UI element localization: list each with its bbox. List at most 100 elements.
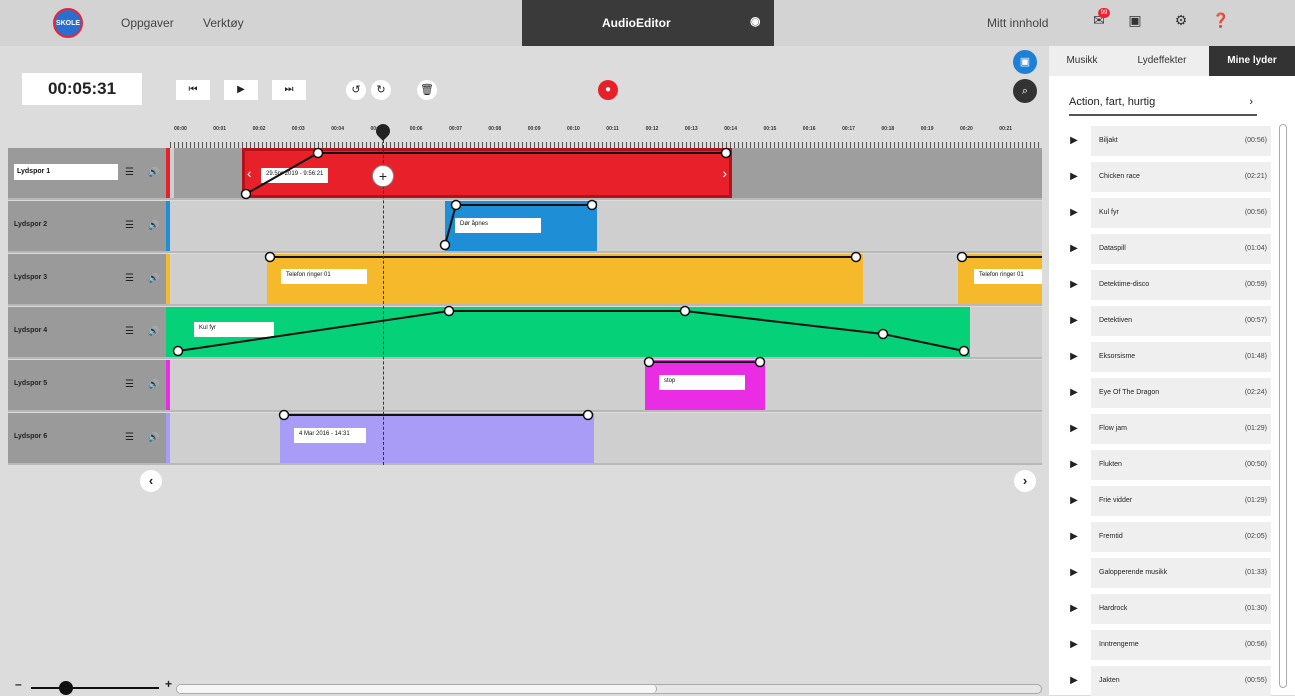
sound-duration: (02:24)	[1244, 389, 1267, 396]
zoom-slider[interactable]: – +	[15, 677, 175, 695]
play-icon[interactable]: ▶	[1061, 306, 1087, 336]
sound-info[interactable]: Flow jam (01:29)	[1091, 414, 1271, 444]
sound-info[interactable]: Frie vidder (01:29)	[1091, 486, 1271, 516]
zoom-out-icon[interactable]: –	[15, 677, 22, 691]
panel-scrollbar[interactable]	[1279, 124, 1287, 688]
envelope-node	[439, 239, 451, 251]
volume-envelopes[interactable]	[0, 0, 1042, 470]
sound-row[interactable]: ▶ Dataspill (01:04)	[1061, 234, 1271, 264]
sound-duration: (01:33)	[1244, 569, 1267, 576]
play-icon[interactable]: ▶	[1061, 342, 1087, 372]
envelope-node	[679, 305, 691, 317]
sound-name: Chicken race	[1099, 173, 1140, 180]
sound-name: Hardrock	[1099, 605, 1128, 612]
sound-row[interactable]: ▶ Kul fyr (00:56)	[1061, 198, 1271, 228]
envelope-node	[312, 147, 324, 159]
sound-row[interactable]: ▶ Galopperende musikk (01:33)	[1061, 558, 1271, 588]
envelope-node	[720, 147, 732, 159]
sound-duration: (02:21)	[1244, 173, 1267, 180]
sound-duration: (01:29)	[1244, 497, 1267, 504]
envelope-node	[958, 345, 970, 357]
play-icon[interactable]: ▶	[1061, 666, 1087, 696]
save-file-icon[interactable]: ▣	[1124, 12, 1146, 34]
play-icon[interactable]: ▶	[1061, 162, 1087, 192]
sound-name: Frie vidder	[1099, 497, 1133, 504]
sound-duration: (00:56)	[1244, 641, 1267, 648]
sound-info[interactable]: Hardrock (01:30)	[1091, 594, 1271, 624]
sound-info[interactable]: Dataspill (01:04)	[1091, 234, 1271, 264]
sound-info[interactable]: Jakten (00:55)	[1091, 666, 1271, 696]
sound-row[interactable]: ▶ Detektime-disco (00:59)	[1061, 270, 1271, 300]
zoom-handle[interactable]	[59, 681, 73, 695]
envelope-node	[264, 251, 276, 263]
play-icon[interactable]: ▶	[1061, 234, 1087, 264]
sound-row[interactable]: ▶ Hardrock (01:30)	[1061, 594, 1271, 624]
play-icon[interactable]: ▶	[1061, 558, 1087, 588]
play-icon[interactable]: ▶	[1061, 198, 1087, 228]
sound-duration: (00:59)	[1244, 281, 1267, 288]
envelope-node	[586, 199, 598, 211]
envelope-node	[278, 409, 290, 421]
sound-info[interactable]: Eksorsisme (01:48)	[1091, 342, 1271, 372]
play-icon[interactable]: ▶	[1061, 270, 1087, 300]
add-clip-button[interactable]: +	[372, 165, 394, 187]
sound-row[interactable]: ▶ Frie vidder (01:29)	[1061, 486, 1271, 516]
sound-info[interactable]: Galopperende musikk (01:33)	[1091, 558, 1271, 588]
zoom-track	[31, 687, 159, 689]
sound-row[interactable]: ▶ Flow jam (01:29)	[1061, 414, 1271, 444]
sound-info[interactable]: Detektime-disco (00:59)	[1091, 270, 1271, 300]
sound-name: Jakten	[1099, 677, 1120, 684]
sound-name: Eye Of The Dragon	[1099, 389, 1160, 396]
genre-selector[interactable]: Action, fart, hurtig ›	[1069, 96, 1257, 116]
sound-info[interactable]: Chicken race (02:21)	[1091, 162, 1271, 192]
sound-name: Kul fyr	[1099, 209, 1119, 216]
play-icon[interactable]: ▶	[1061, 522, 1087, 552]
sound-row[interactable]: ▶ Fremtid (02:05)	[1061, 522, 1271, 552]
play-icon[interactable]: ▶	[1061, 450, 1087, 480]
sound-row[interactable]: ▶ Biljakt (00:56)	[1061, 126, 1271, 156]
envelope-node	[643, 356, 655, 368]
sound-name: Detektime-disco	[1099, 281, 1150, 288]
sound-info[interactable]: Detektiven (00:57)	[1091, 306, 1271, 336]
tab-lydeffekter[interactable]: Lydeffekter	[1115, 46, 1209, 76]
sound-row[interactable]: ▶ Eye Of The Dragon (02:24)	[1061, 378, 1271, 408]
play-icon[interactable]: ▶	[1061, 630, 1087, 660]
sound-duration: (01:29)	[1244, 425, 1267, 432]
sound-info[interactable]: Biljakt (00:56)	[1091, 126, 1271, 156]
envelope-node	[877, 328, 889, 340]
scroll-left-button[interactable]: ‹	[140, 470, 162, 492]
sound-info[interactable]: Kul fyr (00:56)	[1091, 198, 1271, 228]
gear-icon[interactable]: ⚙	[1170, 12, 1192, 34]
sound-duration: (01:30)	[1244, 605, 1267, 612]
sound-info[interactable]: Inntrengerne (00:56)	[1091, 630, 1271, 660]
play-icon[interactable]: ▶	[1061, 486, 1087, 516]
envelope-node	[754, 356, 766, 368]
sound-row[interactable]: ▶ Inntrengerne (00:56)	[1061, 630, 1271, 660]
sound-row[interactable]: ▶ Detektiven (00:57)	[1061, 306, 1271, 336]
sound-row[interactable]: ▶ Jakten (00:55)	[1061, 666, 1271, 696]
chevron-right-icon: ›	[1249, 96, 1253, 108]
sound-name: Flow jam	[1099, 425, 1128, 432]
sound-row[interactable]: ▶ Chicken race (02:21)	[1061, 162, 1271, 192]
sound-duration: (00:56)	[1244, 209, 1267, 216]
sound-info[interactable]: Fremtid (02:05)	[1091, 522, 1271, 552]
envelope-node	[240, 188, 252, 200]
envelope-node	[956, 251, 968, 263]
play-icon[interactable]: ▶	[1061, 594, 1087, 624]
sound-name: Flukten	[1099, 461, 1122, 468]
sound-row[interactable]: ▶ Flukten (00:50)	[1061, 450, 1271, 480]
tab-mine-lyder[interactable]: Mine lyder	[1209, 46, 1295, 76]
scrollbar-thumb[interactable]	[177, 685, 657, 693]
timeline-scrollbar[interactable]	[176, 684, 1042, 694]
zoom-in-icon[interactable]: +	[165, 677, 172, 691]
sound-row[interactable]: ▶ Eksorsisme (01:48)	[1061, 342, 1271, 372]
sound-info[interactable]: Flukten (00:50)	[1091, 450, 1271, 480]
sound-info[interactable]: Eye Of The Dragon (02:24)	[1091, 378, 1271, 408]
play-icon[interactable]: ▶	[1061, 126, 1087, 156]
play-icon[interactable]: ▶	[1061, 414, 1087, 444]
help-icon[interactable]: ❓	[1210, 12, 1232, 34]
tab-musikk[interactable]: Musikk	[1049, 46, 1115, 76]
scroll-right-button[interactable]: ›	[1014, 470, 1036, 492]
play-icon[interactable]: ▶	[1061, 378, 1087, 408]
envelope-line	[444, 204, 592, 246]
